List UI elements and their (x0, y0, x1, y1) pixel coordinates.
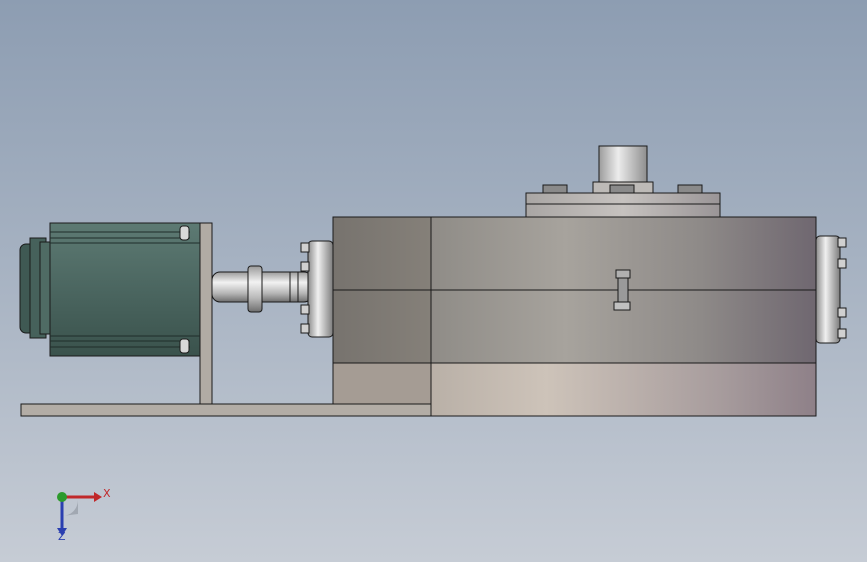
servo-motor (19, 222, 201, 357)
cad-viewport[interactable]: X Z (0, 0, 867, 562)
shaft-coupling (211, 265, 313, 313)
output-side-flange (815, 235, 847, 344)
base-plate (20, 403, 432, 417)
flange-bolts (542, 184, 703, 194)
assembly-model[interactable] (0, 0, 867, 562)
motor-bracket (199, 222, 213, 405)
x-axis-label: X (103, 487, 111, 500)
gearbox-housing (332, 216, 817, 417)
top-output-flange (525, 145, 721, 218)
z-axis-label: Z (58, 530, 66, 543)
